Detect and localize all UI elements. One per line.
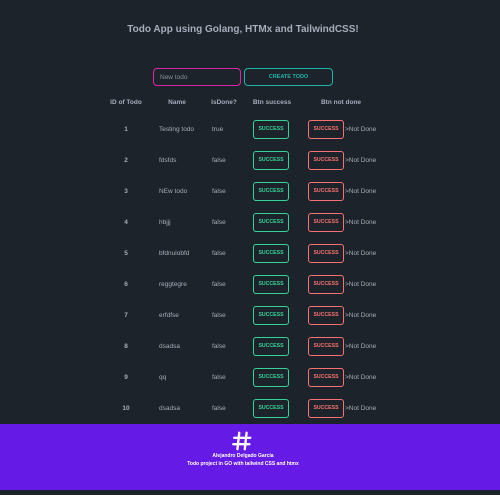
- success-button[interactable]: SUCCESS: [253, 337, 289, 356]
- todo-name: qq: [159, 374, 167, 381]
- todo-isdone: false: [212, 219, 226, 226]
- footer-author: Alejandro Delgado García: [212, 453, 274, 459]
- todo-id: 5: [124, 250, 128, 257]
- success-button[interactable]: SUCCESS: [253, 120, 289, 139]
- header-name: Name: [168, 99, 186, 106]
- todo-name: erfdfse: [159, 312, 179, 319]
- todo-id: 3: [124, 188, 128, 195]
- todo-isdone: false: [212, 281, 226, 288]
- success-button[interactable]: SUCCESS: [253, 275, 289, 294]
- table-row: 1 Testing todo true SUCCESS SUCCESS >Not…: [0, 119, 500, 141]
- todo-id: 4: [124, 219, 128, 226]
- not-done-text: >Not Done: [345, 250, 377, 257]
- todo-name: Testing todo: [159, 126, 195, 133]
- todo-id: 10: [122, 405, 130, 412]
- table-row: 9 qq false SUCCESS SUCCESS >Not Done: [0, 367, 500, 389]
- todo-name: dsadsa: [159, 343, 180, 350]
- not-done-text: >Not Done: [345, 405, 377, 412]
- not-done-text: >Not Done: [345, 343, 377, 350]
- table-row: 7 erfdfse false SUCCESS SUCCESS >Not Don…: [0, 305, 500, 327]
- create-todo-button[interactable]: CREATE TODO: [244, 68, 333, 86]
- todo-name: bfdnuiobfd: [159, 250, 190, 257]
- success-button[interactable]: SUCCESS: [253, 306, 289, 325]
- todo-id: 7: [124, 312, 128, 319]
- header-btn-not-done: Btn not done: [320, 99, 362, 106]
- table-row: 6 reggtegre false SUCCESS SUCCESS >Not D…: [0, 274, 500, 296]
- todo-name: NEw todo: [159, 188, 188, 195]
- todo-name: dsadsa: [159, 405, 180, 412]
- todo-isdone: false: [212, 188, 226, 195]
- todo-id: 6: [124, 281, 128, 288]
- table-row: 10 dsadsa false SUCCESS SUCCESS >Not Don…: [0, 398, 500, 420]
- todo-isdone: true: [212, 126, 224, 133]
- not-done-button[interactable]: SUCCESS: [308, 399, 344, 418]
- not-done-button[interactable]: SUCCESS: [308, 306, 344, 325]
- todo-id: 1: [124, 126, 128, 133]
- page-title: Todo App using Golang, HTMx and Tailwind…: [127, 24, 359, 35]
- new-todo-input[interactable]: [153, 68, 241, 86]
- header-btn-success: Btn success: [252, 99, 292, 106]
- todo-isdone: false: [212, 250, 226, 257]
- not-done-text: >Not Done: [345, 374, 377, 381]
- not-done-text: >Not Done: [345, 188, 377, 195]
- todo-name: hbjjj: [159, 219, 171, 226]
- not-done-button[interactable]: SUCCESS: [308, 213, 344, 232]
- todo-id: 8: [124, 343, 128, 350]
- not-done-button[interactable]: SUCCESS: [308, 337, 344, 356]
- todo-name: fdsfds: [159, 157, 177, 164]
- not-done-button[interactable]: SUCCESS: [308, 151, 344, 170]
- todo-isdone: false: [212, 157, 226, 164]
- todo-id: 2: [124, 157, 128, 164]
- todo-name: reggtegre: [159, 281, 187, 288]
- not-done-button[interactable]: SUCCESS: [308, 244, 344, 263]
- not-done-text: >Not Done: [345, 157, 377, 164]
- header-id: ID of Todo: [110, 99, 142, 106]
- not-done-button[interactable]: SUCCESS: [308, 275, 344, 294]
- hashtag-icon: [232, 431, 252, 451]
- todo-isdone: false: [212, 312, 226, 319]
- not-done-button[interactable]: SUCCESS: [308, 368, 344, 387]
- todo-id: 9: [124, 374, 128, 381]
- not-done-button[interactable]: SUCCESS: [308, 120, 344, 139]
- success-button[interactable]: SUCCESS: [253, 368, 289, 387]
- not-done-text: >Not Done: [345, 219, 377, 226]
- not-done-text: >Not Done: [345, 126, 377, 133]
- todo-isdone: false: [212, 374, 226, 381]
- not-done-text: >Not Done: [345, 312, 377, 319]
- bottom-bar: [0, 490, 500, 495]
- table-row: 2 fdsfds false SUCCESS SUCCESS >Not Done: [0, 150, 500, 172]
- success-button[interactable]: SUCCESS: [253, 182, 289, 201]
- table-row: 5 bfdnuiobfd false SUCCESS SUCCESS >Not …: [0, 243, 500, 265]
- table-row: 3 NEw todo false SUCCESS SUCCESS >Not Do…: [0, 181, 500, 203]
- footer-description: Todo project in GO with tailwind CSS and…: [187, 461, 299, 467]
- success-button[interactable]: SUCCESS: [253, 213, 289, 232]
- table-row: 4 hbjjj false SUCCESS SUCCESS >Not Done: [0, 212, 500, 234]
- footer: Alejandro Delgado García Todo project in…: [0, 424, 500, 490]
- success-button[interactable]: SUCCESS: [253, 151, 289, 170]
- todo-isdone: false: [212, 343, 226, 350]
- success-button[interactable]: SUCCESS: [253, 244, 289, 263]
- not-done-button[interactable]: SUCCESS: [308, 182, 344, 201]
- todo-isdone: false: [212, 405, 226, 412]
- success-button[interactable]: SUCCESS: [253, 399, 289, 418]
- not-done-text: >Not Done: [345, 281, 377, 288]
- table-row: 8 dsadsa false SUCCESS SUCCESS >Not Done: [0, 336, 500, 358]
- header-isdone: IsDone?: [211, 99, 237, 106]
